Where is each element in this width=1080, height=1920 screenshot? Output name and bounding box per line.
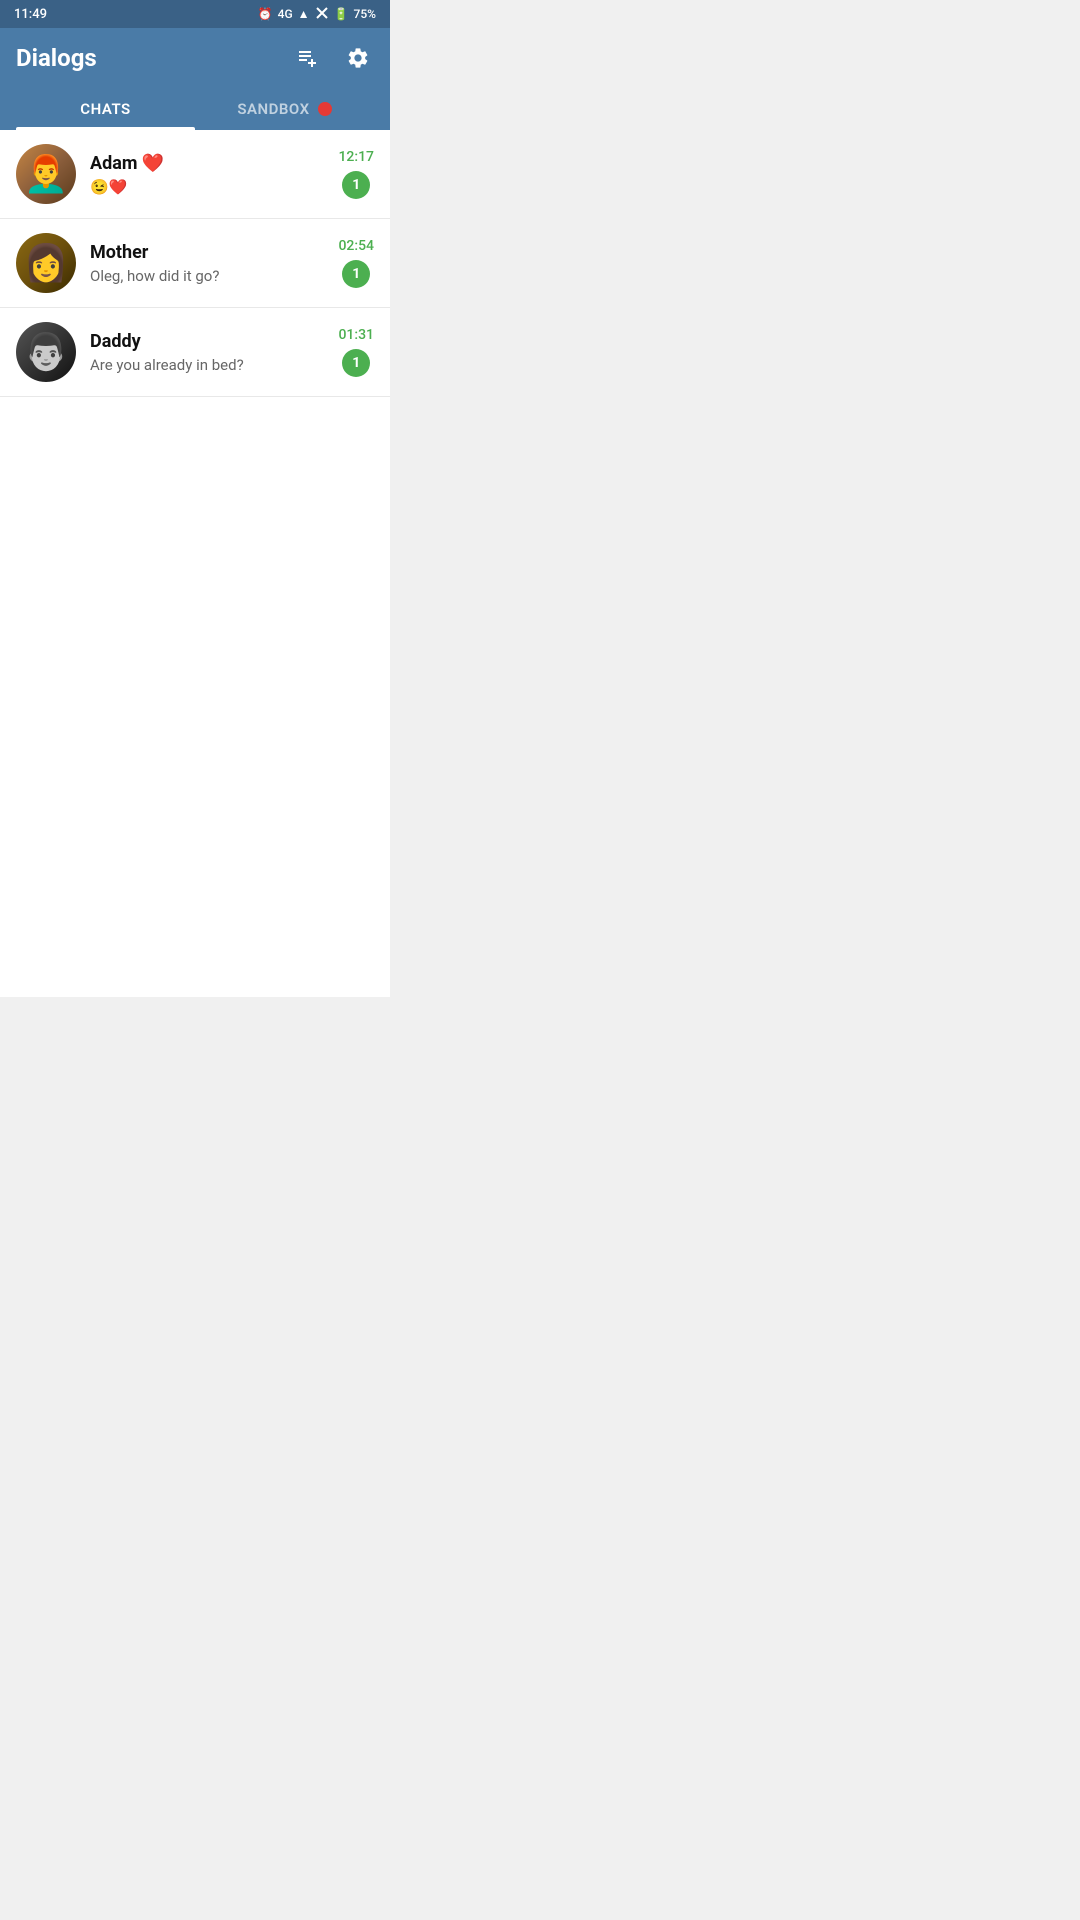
chat-time-mother: 02:54 xyxy=(338,238,374,254)
empty-area xyxy=(0,397,390,997)
unread-badge-adam: 1 xyxy=(342,171,370,199)
chat-list: Adam ❤️ 😉❤️ 12:17 1 Mother Oleg, how did… xyxy=(0,130,390,397)
chat-name-mother: Mother xyxy=(90,242,148,263)
settings-button[interactable] xyxy=(342,42,374,74)
header-actions xyxy=(292,42,374,74)
unread-badge-daddy: 1 xyxy=(342,349,370,377)
add-chat-button[interactable] xyxy=(292,42,324,74)
header: Dialogs CHATS SANDBOX xyxy=(0,28,390,130)
signal-x-icon xyxy=(315,6,329,23)
chat-time-adam: 12:17 xyxy=(338,149,374,165)
chat-preview-daddy: Are you already in bed? xyxy=(90,356,324,374)
status-time: 11:49 xyxy=(14,7,47,22)
chat-name-row-adam: Adam ❤️ xyxy=(90,153,324,174)
chat-item-mother[interactable]: Mother Oleg, how did it go? 02:54 1 xyxy=(0,219,390,308)
chat-info-daddy: Daddy Are you already in bed? xyxy=(90,331,324,374)
network-4g: 4G xyxy=(278,7,293,21)
tab-sandbox[interactable]: SANDBOX xyxy=(195,88,374,130)
signal-icon: ▲ xyxy=(298,7,310,21)
sandbox-notification-dot xyxy=(318,102,332,116)
header-top: Dialogs xyxy=(16,42,374,88)
page-title: Dialogs xyxy=(16,44,97,72)
add-chat-icon xyxy=(296,46,320,70)
tab-sandbox-inner: SANDBOX xyxy=(195,100,374,118)
alarm-icon: ⏰ xyxy=(258,7,273,21)
status-icons: ⏰ 4G ▲ 🔋 75% xyxy=(258,6,376,23)
avatar-daddy xyxy=(16,322,76,382)
chat-right-daddy: 01:31 1 xyxy=(338,327,374,377)
tab-chats-label: CHATS xyxy=(80,100,130,118)
chat-time-daddy: 01:31 xyxy=(338,327,374,343)
chat-info-mother: Mother Oleg, how did it go? xyxy=(90,242,324,285)
chat-name-row-daddy: Daddy xyxy=(90,331,324,352)
unread-badge-mother: 1 xyxy=(342,260,370,288)
avatar-adam xyxy=(16,144,76,204)
tabs: CHATS SANDBOX xyxy=(16,88,374,130)
chat-name-adam: Adam ❤️ xyxy=(90,153,164,174)
chat-preview-mother: Oleg, how did it go? xyxy=(90,267,324,285)
chat-info-adam: Adam ❤️ 😉❤️ xyxy=(90,153,324,196)
tab-chats[interactable]: CHATS xyxy=(16,88,195,130)
tab-sandbox-label: SANDBOX xyxy=(237,100,309,118)
chat-item-adam[interactable]: Adam ❤️ 😉❤️ 12:17 1 xyxy=(0,130,390,219)
battery-icon: 🔋 xyxy=(334,7,349,21)
gear-icon xyxy=(346,46,370,70)
chat-name-row-mother: Mother xyxy=(90,242,324,263)
chat-preview-adam: 😉❤️ xyxy=(90,178,324,196)
battery-percent: 75% xyxy=(354,7,376,21)
chat-name-daddy: Daddy xyxy=(90,331,141,352)
chat-item-daddy[interactable]: Daddy Are you already in bed? 01:31 1 xyxy=(0,308,390,397)
avatar-mother xyxy=(16,233,76,293)
chat-right-mother: 02:54 1 xyxy=(338,238,374,288)
chat-right-adam: 12:17 1 xyxy=(338,149,374,199)
status-bar: 11:49 ⏰ 4G ▲ 🔋 75% xyxy=(0,0,390,28)
